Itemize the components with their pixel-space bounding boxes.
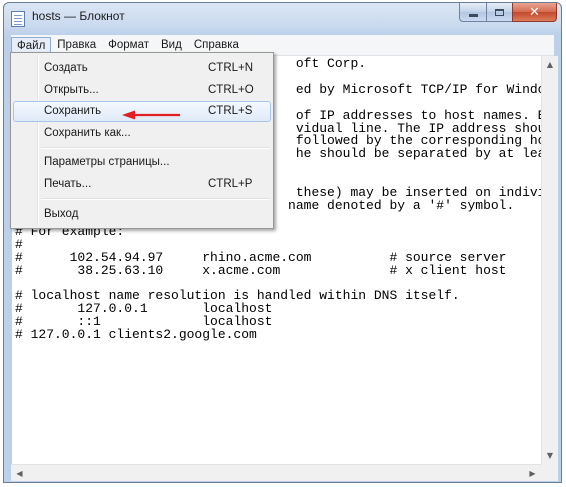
- menu-item-shortcut: CTRL+O: [208, 84, 254, 96]
- menu-item-shortcut: CTRL+P: [208, 178, 253, 190]
- caption-buttons: ✕: [459, 3, 557, 23]
- menu-item-shortcut: CTRL+S: [208, 105, 253, 117]
- close-icon: ✕: [529, 4, 540, 20]
- menu-item-save-as[interactable]: Сохранить как...: [13, 123, 271, 144]
- menu-item-open[interactable]: Открыть... CTRL+O: [13, 80, 271, 101]
- size-grip[interactable]: [541, 464, 558, 481]
- menu-item-label: Открыть...: [44, 84, 99, 96]
- file-menu-dropdown: Создать CTRL+N Открыть... CTRL+O Сохрани…: [10, 52, 274, 229]
- menu-item-label: Выход: [44, 208, 79, 220]
- menu-item-exit[interactable]: Выход: [13, 204, 271, 225]
- minimize-icon: [468, 14, 478, 17]
- window-title: hosts — Блокнот: [32, 9, 125, 23]
- title-bar[interactable]: hosts — Блокнот ✕: [4, 3, 561, 33]
- menu-item-page-setup[interactable]: Параметры страницы...: [13, 152, 271, 173]
- annotation-arrow-icon: [122, 110, 180, 120]
- scroll-left-icon[interactable]: ◀: [11, 465, 28, 481]
- menu-item-label: Сохранить как...: [44, 127, 131, 139]
- menu-item-label: Печать...: [44, 178, 92, 190]
- maximize-icon: [495, 8, 504, 16]
- menu-item-print[interactable]: Печать... CTRL+P: [13, 174, 271, 195]
- maximize-button[interactable]: [486, 3, 512, 22]
- menu-item-shortcut: CTRL+N: [208, 62, 254, 74]
- menu-item-label: Сохранить: [44, 105, 102, 117]
- minimize-button[interactable]: [459, 3, 486, 22]
- menu-item-label: Создать: [44, 62, 88, 74]
- scroll-down-icon[interactable]: ▼: [542, 447, 558, 464]
- vertical-scrollbar[interactable]: ▲ ▼: [541, 56, 558, 464]
- horizontal-scrollbar[interactable]: ◀ ▶: [11, 464, 541, 481]
- notepad-icon: [11, 11, 25, 27]
- menu-item-label: Параметры страницы...: [44, 156, 170, 168]
- menu-separator: [41, 198, 270, 200]
- close-button[interactable]: ✕: [512, 3, 557, 22]
- scroll-up-icon[interactable]: ▲: [542, 56, 558, 73]
- menu-separator: [41, 147, 270, 149]
- arrow-head: [122, 110, 135, 120]
- menu-item-new[interactable]: Создать CTRL+N: [13, 58, 271, 79]
- scroll-right-icon[interactable]: ▶: [524, 465, 541, 481]
